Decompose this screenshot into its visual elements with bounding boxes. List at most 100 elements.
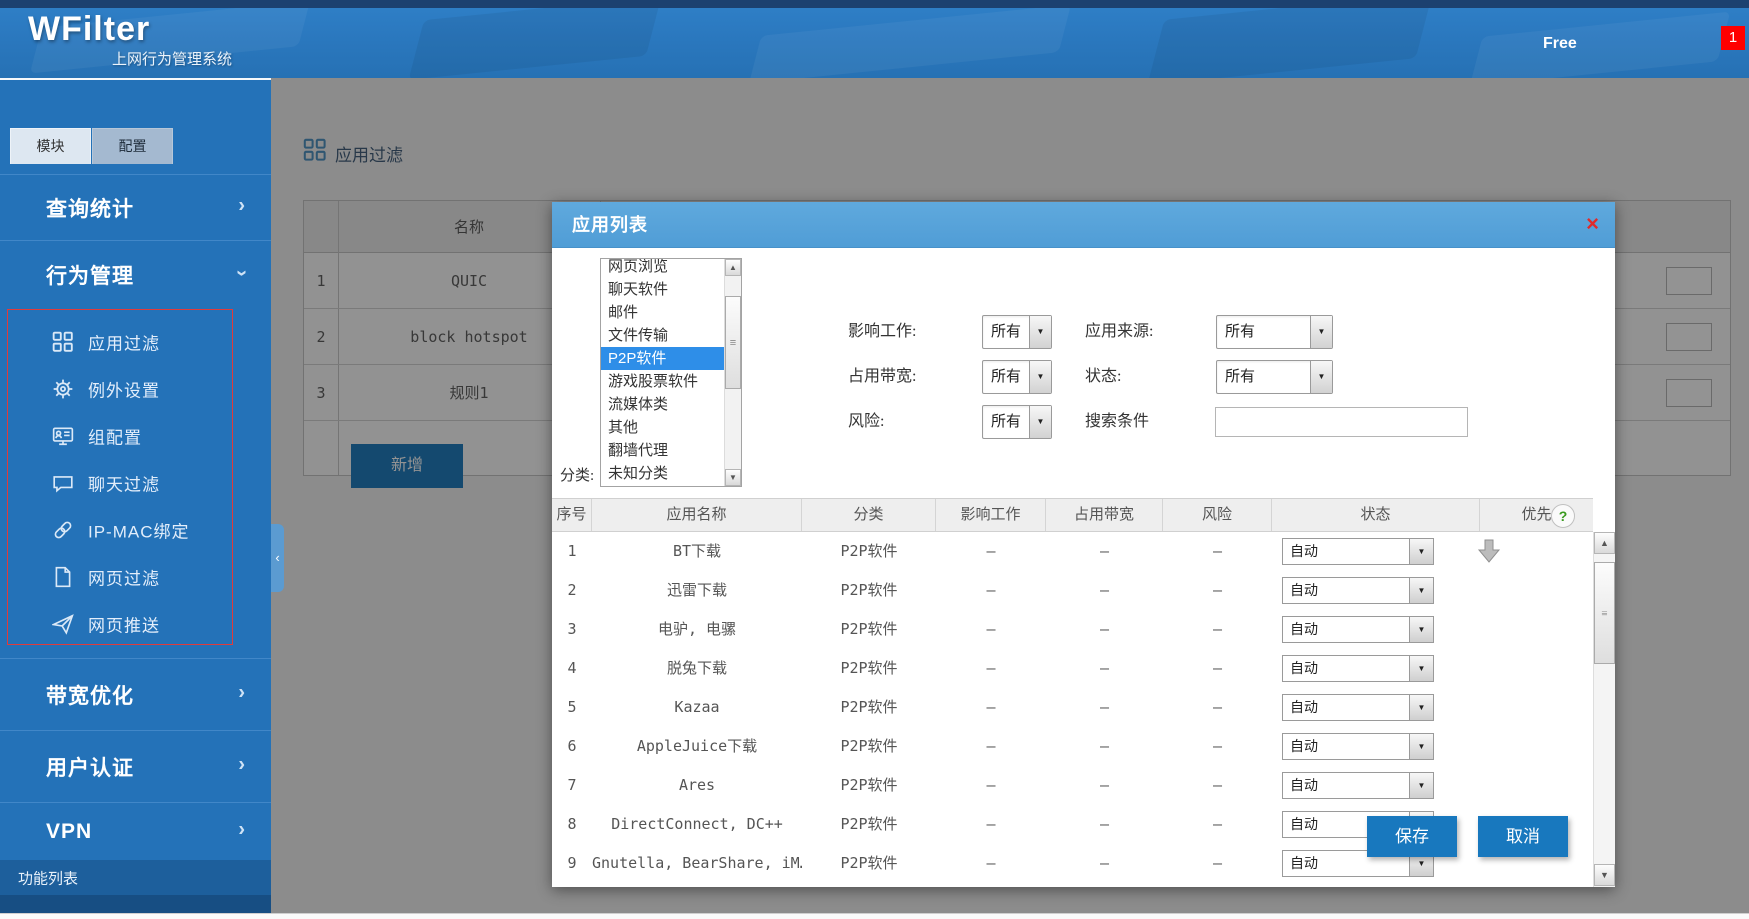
sidebar-item-app-filter[interactable]: 应用过滤 [0,318,271,365]
category-option[interactable]: 未知分类 [601,462,741,485]
scroll-down-icon[interactable]: ▼ [1594,864,1615,886]
status-select[interactable]: 自动 ▼ [1282,577,1434,604]
select-arrow-icon: ▼ [1409,617,1433,642]
selected-value: 自动 [1290,617,1318,642]
cell-name: DirectConnect, DC++ [592,805,802,844]
cell-risk: – [1163,688,1272,727]
close-icon[interactable]: × [1586,211,1599,237]
cancel-button[interactable]: 取消 [1478,816,1568,857]
app-row: 1 BT下载 P2P软件 – – – 自动 ▼ [552,532,1593,571]
cell-no: 7 [552,766,592,805]
sidebar-collapse-handle[interactable]: ‹ [271,524,284,592]
sidebar-item-label: 网页过滤 [88,564,160,589]
source-filter-select[interactable]: 所有 ▼ [1216,315,1333,349]
sidebar-item-ip-mac-binding[interactable]: IP-MAC绑定 [0,506,271,553]
cell-bandwidth: – [1046,727,1163,766]
app-window: WFilter 上网行为管理系统 Free 1 模块 配置 查询统计 › 行为管… [0,0,1749,919]
category-option-selected[interactable]: P2P软件 [601,347,741,370]
sidebar-item-exceptions[interactable]: 例外设置 [0,365,271,412]
category-option[interactable]: 翻墙代理 [601,439,741,462]
status-select[interactable]: 自动 ▼ [1282,694,1434,721]
cell-bandwidth: – [1046,649,1163,688]
app-subtitle: 上网行为管理系统 [112,48,232,69]
col-header-status: 状态 [1272,499,1480,531]
sidebar-item-behavior-mgmt[interactable]: 行为管理 › [0,240,271,309]
collapse-left-icon: ‹ [275,550,279,565]
category-option[interactable]: 文件传输 [601,324,741,347]
scroll-up-icon[interactable]: ▲ [1594,532,1615,554]
col-header-risk: 风险 [1163,499,1272,531]
select-arrow-icon: ▼ [1029,316,1051,348]
category-option[interactable]: 网页浏览 [601,258,741,278]
app-row: 5 Kazaa P2P软件 – – – 自动 ▼ [552,688,1593,727]
status-select[interactable]: 自动 ▼ [1282,616,1434,643]
scroll-down-icon[interactable]: ▼ [725,469,741,486]
table-scrollbar[interactable]: ▲ ≡ ▼ [1593,532,1615,887]
select-arrow-icon: ▼ [1409,578,1433,603]
sidebar-item-bandwidth[interactable]: 带宽优化 › [0,658,271,730]
chevron-right-icon: › [238,819,245,842]
select-arrow-icon: ▼ [1310,316,1332,348]
col-header-name: 应用名称 [592,499,802,531]
scrollbar-thumb[interactable]: ≡ [725,296,741,389]
cell-category: P2P软件 [802,766,936,805]
scroll-up-icon[interactable]: ▲ [725,259,741,276]
cell-category: P2P软件 [802,532,936,571]
bandwidth-filter-label: 占用带宽: [848,360,916,394]
app-row: 2 迅雷下载 P2P软件 – – – 自动 ▼ [552,571,1593,610]
sidebar-item-label: 带宽优化 [46,680,134,710]
grid-icon [52,331,74,353]
cell-name: Kazaa [592,688,802,727]
notification-badge[interactable]: 1 [1721,26,1745,50]
sidebar-item-vpn[interactable]: VPN › [0,802,271,861]
risk-filter-select[interactable]: 所有 ▼ [982,405,1052,439]
status-select[interactable]: 自动 ▼ [1282,772,1434,799]
impact-filter-select[interactable]: 所有 ▼ [982,315,1052,349]
category-option[interactable]: 游戏股票软件 [601,370,741,393]
sidebar-item-web-push[interactable]: 网页推送 [0,600,271,647]
cell-category: P2P软件 [802,805,936,844]
cell-category: P2P软件 [802,610,936,649]
page-icon [52,566,74,588]
cell-name: BT下载 [592,532,802,571]
sidebar-item-query-stats[interactable]: 查询统计 › [0,174,271,240]
category-listbox: 网页浏览 聊天软件 邮件 文件传输 P2P软件 游戏股票软件 流媒体类 其他 翻… [600,258,742,487]
grip-icon: ≡ [1601,608,1607,620]
risk-filter-label: 风险: [848,405,884,439]
move-down-icon[interactable] [1477,539,1501,565]
category-option[interactable]: 邮件 [601,301,741,324]
select-arrow-icon: ▼ [1029,361,1051,393]
cell-risk: – [1163,844,1272,883]
status-select[interactable]: 自动 ▼ [1282,733,1434,760]
app-row: 6 AppleJuice下载 P2P软件 – – – 自动 ▼ [552,727,1593,766]
save-button[interactable]: 保存 [1367,816,1457,857]
category-option[interactable]: 其他 [601,416,741,439]
listbox-scrollbar[interactable]: ▲ ≡ ▼ [724,259,741,486]
scrollbar-thumb[interactable]: ≡ [1594,562,1615,664]
tab-modules[interactable]: 模块 [10,128,91,164]
sidebar-item-chat-filter[interactable]: 聊天过滤 [0,459,271,506]
sidebar-item-user-auth[interactable]: 用户认证 › [0,730,271,802]
tab-config[interactable]: 配置 [92,128,173,164]
sidebar-item-group-config[interactable]: 组配置 [0,412,271,459]
category-option[interactable]: 流媒体类 [601,393,741,416]
status-filter-select[interactable]: 所有 ▼ [1216,360,1333,394]
cell-impact: – [936,688,1046,727]
category-option[interactable]: 聊天软件 [601,278,741,301]
keyboard-art [409,0,662,78]
dialog-titlebar: 应用列表 × [552,202,1615,248]
cell-no: 1 [552,532,592,571]
bandwidth-filter-select[interactable]: 所有 ▼ [982,360,1052,394]
help-icon[interactable]: ? [1551,504,1575,528]
status-select[interactable]: 自动 ▼ [1282,538,1434,565]
select-arrow-icon: ▼ [1409,656,1433,681]
cell-category: P2P软件 [802,727,936,766]
sidebar-item-web-filter[interactable]: 网页过滤 [0,553,271,600]
sidebar-item-label: 聊天过滤 [88,470,160,495]
search-input[interactable] [1215,407,1468,437]
status-select[interactable]: 自动 ▼ [1282,655,1434,682]
cell-no: 8 [552,805,592,844]
selected-value: 自动 [1290,695,1318,720]
license-label: Free [1543,35,1577,53]
app-logo: WFilter [28,10,150,49]
